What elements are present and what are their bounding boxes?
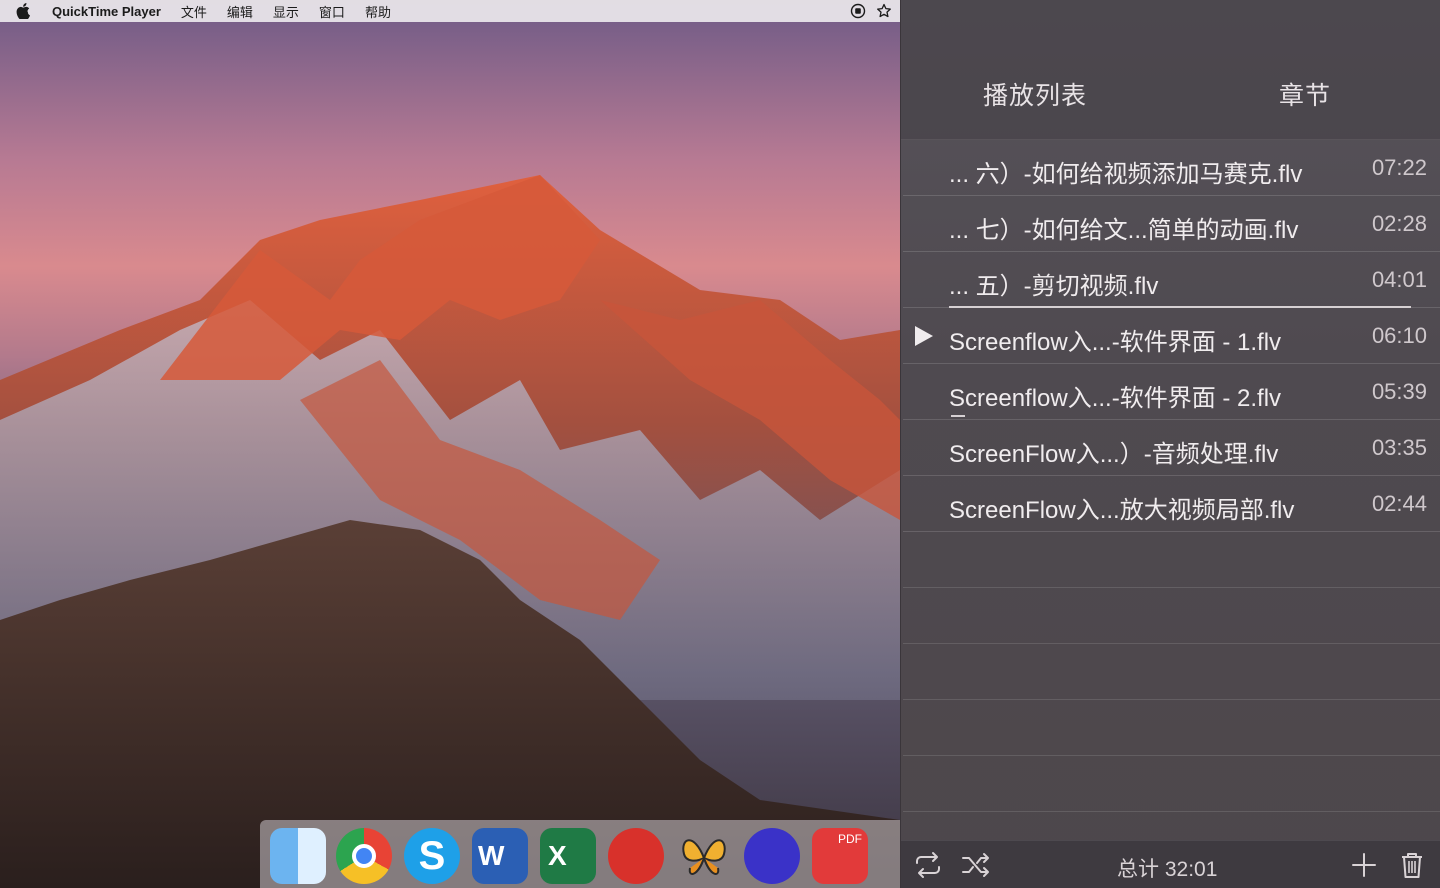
item-name: Screenflow入...-软件界面 - 1.flv bbox=[949, 329, 1282, 356]
playlist-list: ... 六）-如何给视频添加马赛克.flv 07:22 ... 七）-如何给文.… bbox=[901, 140, 1440, 812]
apple-icon[interactable] bbox=[16, 3, 30, 19]
item-duration: 02:44 bbox=[1371, 491, 1427, 516]
item-duration: 02:28 bbox=[1371, 211, 1427, 236]
tab-chapters[interactable]: 章节 bbox=[1279, 76, 1331, 112]
tes-icon[interactable] bbox=[676, 828, 732, 884]
item-duration: 05:39 bbox=[1371, 379, 1427, 404]
playlist-item-playing[interactable]: Screenflow入...-软件界面 - 1.flv 06:10 bbox=[903, 308, 1440, 364]
trash-icon[interactable] bbox=[1397, 851, 1427, 879]
menu-app-name[interactable]: QuickTime Player bbox=[52, 4, 161, 19]
word-icon[interactable]: W bbox=[472, 828, 528, 884]
playlist-item[interactable]: ScreenFlow入...）-音频处理.flv 03:35 bbox=[903, 420, 1440, 476]
item-name: ScreenFlow入...放大视频局部.flv bbox=[949, 497, 1295, 524]
menu-bar: QuickTime Player 文件 编辑 显示 窗口 帮助 bbox=[0, 0, 900, 22]
empty-row bbox=[903, 644, 1440, 700]
excel-icon[interactable]: X bbox=[540, 828, 596, 884]
item-duration: 04:01 bbox=[1371, 267, 1427, 292]
menu-help[interactable]: 帮助 bbox=[365, 2, 391, 21]
empty-row bbox=[903, 588, 1440, 644]
item-name: ... 六）-如何给视频添加马赛克.flv bbox=[949, 161, 1303, 188]
mountain-illustration bbox=[0, 175, 900, 888]
playlist-item[interactable]: Screenflow入...-软件界面 - 2.flv 05:39 bbox=[903, 364, 1440, 420]
playlist-item[interactable]: ... 七）-如何给文...简单的动画.flv 02:28 bbox=[903, 196, 1440, 252]
menu-file[interactable]: 文件 bbox=[181, 2, 207, 21]
repeat-icon[interactable] bbox=[913, 851, 943, 879]
empty-row bbox=[903, 532, 1440, 588]
playlist-panel: 播放列表 章节 ... 六）-如何给视频添加马赛克.flv 07:22 ... … bbox=[900, 0, 1440, 888]
playlist-item[interactable]: ... 六）-如何给视频添加马赛克.flv 07:22 bbox=[903, 140, 1440, 196]
skype-icon[interactable]: S bbox=[404, 828, 460, 884]
item-duration: 06:10 bbox=[1371, 323, 1427, 348]
item-name: Screenflow入...-软件界面 - 2.flv bbox=[949, 385, 1282, 412]
play-indicator-icon bbox=[915, 326, 933, 346]
item-name: ... 七）-如何给文...简单的动画.flv bbox=[949, 217, 1299, 244]
drop-indicator bbox=[951, 415, 965, 417]
item-duration: 03:35 bbox=[1371, 435, 1427, 460]
tab-playlist[interactable]: 播放列表 bbox=[983, 76, 1087, 112]
playlist-footer: 总计 32:01 bbox=[901, 840, 1440, 888]
add-icon[interactable] bbox=[1349, 851, 1379, 879]
pdf-icon[interactable]: PDF bbox=[812, 828, 868, 884]
desktop-wallpaper bbox=[0, 0, 900, 888]
panel-header: 播放列表 章节 bbox=[901, 0, 1440, 140]
star-icon[interactable] bbox=[876, 3, 892, 19]
empty-row bbox=[903, 756, 1440, 812]
bear-icon[interactable] bbox=[608, 828, 664, 884]
total-duration: 总计 32:01 bbox=[1117, 858, 1218, 881]
finder-icon[interactable] bbox=[270, 828, 326, 884]
dock: S W X PDF bbox=[260, 820, 900, 888]
menu-edit[interactable]: 编辑 bbox=[227, 2, 253, 21]
menu-window[interactable]: 窗口 bbox=[319, 2, 345, 21]
empty-row bbox=[903, 700, 1440, 756]
screenflow-icon[interactable] bbox=[744, 828, 800, 884]
chrome-icon[interactable] bbox=[336, 828, 392, 884]
playlist-item[interactable]: ... 五）-剪切视频.flv 04:01 bbox=[903, 252, 1440, 308]
menu-view[interactable]: 显示 bbox=[273, 2, 299, 21]
record-icon[interactable] bbox=[850, 3, 866, 19]
item-name: ScreenFlow入...）-音频处理.flv bbox=[949, 441, 1279, 468]
item-duration: 07:22 bbox=[1371, 155, 1427, 180]
shuffle-icon[interactable] bbox=[961, 851, 991, 879]
item-name: ... 五）-剪切视频.flv bbox=[949, 273, 1159, 300]
playlist-item[interactable]: ScreenFlow入...放大视频局部.flv 02:44 bbox=[903, 476, 1440, 532]
